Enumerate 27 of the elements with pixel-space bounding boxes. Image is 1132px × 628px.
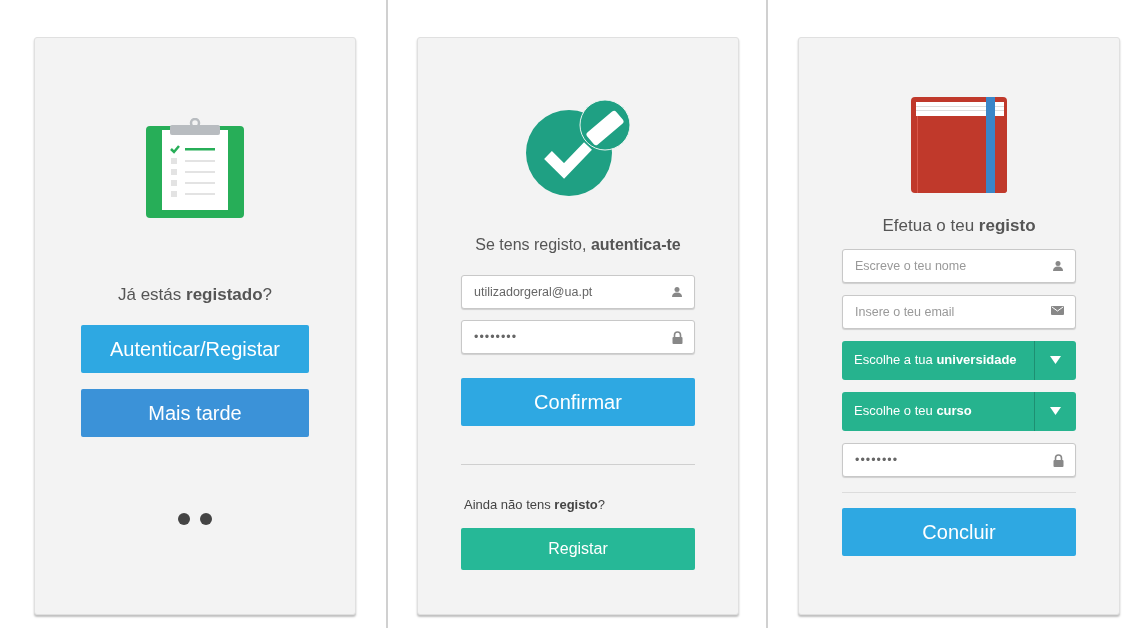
book-icon — [911, 97, 1007, 193]
footer-text: Ainda não tens registo? — [463, 496, 606, 514]
lock-icon — [672, 331, 683, 344]
caret-icon — [1050, 356, 1061, 364]
name-field[interactable]: Escreve o teu nome — [842, 248, 1076, 283]
caret-icon — [1050, 407, 1061, 415]
clipboard-icon — [146, 118, 244, 218]
mail-icon — [1051, 305, 1064, 315]
finish-button[interactable]: Concluir — [842, 507, 1076, 556]
user-icon — [671, 286, 683, 298]
check-circle-icon — [526, 100, 630, 196]
heading-text: Já estás registado? — [117, 284, 272, 306]
heading-text: Se tens registo, autentica-te — [475, 235, 681, 255]
dropdown[interactable]: Escolhe o teu curso — [842, 391, 1076, 431]
email-field[interactable]: utilizadorgeral@ua.pt — [461, 275, 695, 309]
password-field[interactable]: •••••••• — [842, 442, 1076, 477]
heading-text: Efetua o teu registo — [882, 215, 1036, 237]
lock-icon — [1053, 453, 1064, 467]
confirm-button[interactable]: Confirmar — [461, 378, 695, 426]
register-button[interactable]: Registar — [461, 527, 695, 570]
user-icon — [1052, 259, 1064, 272]
email-field[interactable]: Insere o teu email — [842, 294, 1076, 329]
login-button[interactable]: Autenticar/Registar — [81, 324, 309, 373]
page-dots-icon — [178, 512, 212, 525]
dropdown[interactable]: Escolhe a tua universidade — [842, 340, 1076, 380]
password-field[interactable]: •••••••• — [461, 320, 695, 354]
later-button[interactable]: Mais tarde — [81, 388, 309, 437]
